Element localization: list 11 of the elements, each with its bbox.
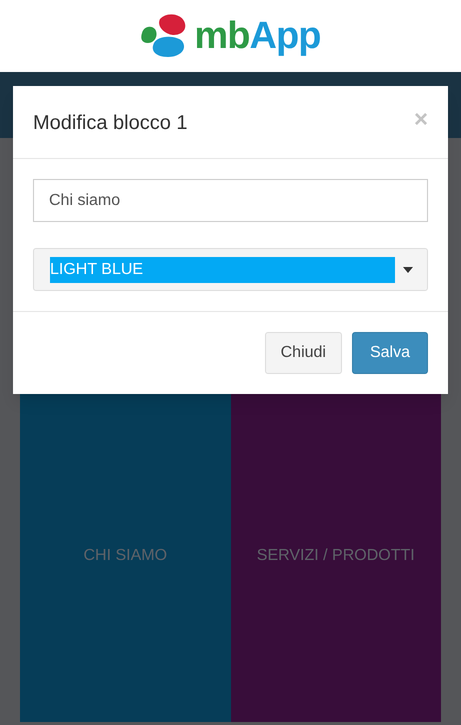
dialog-title: Modifica blocco 1 (33, 111, 188, 136)
close-dialog-button[interactable]: Chiudi (264, 332, 342, 374)
selected-option: LIGHT BLUE (50, 256, 395, 282)
close-button[interactable]: × (414, 108, 428, 132)
save-button[interactable]: Salva (352, 332, 428, 374)
caret-icon (403, 266, 413, 272)
name-field[interactable]: Chi siamo (33, 179, 428, 222)
color-select[interactable]: LIGHT BLUE (33, 248, 428, 291)
logo-text: mbApp (194, 17, 321, 55)
tile-label: CHI SIAMO (83, 546, 168, 566)
tile-label: SERVIZI / PRODOTTI (256, 546, 415, 566)
